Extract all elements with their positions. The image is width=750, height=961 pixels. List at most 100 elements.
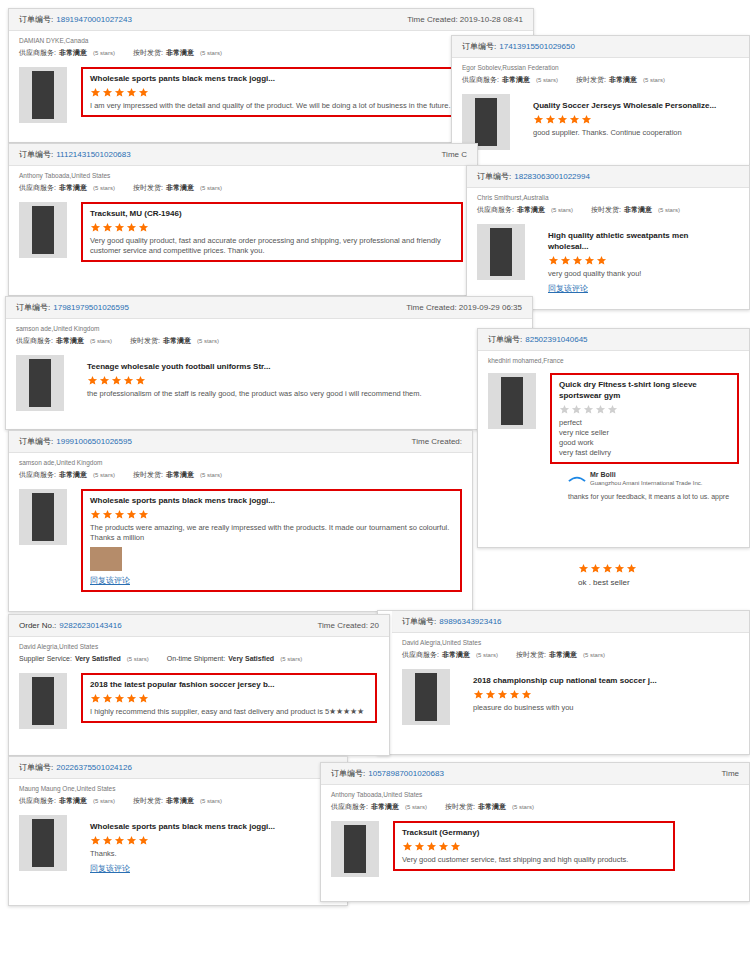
review-content: Tracksuit, MU (CR-1946) Very good quality… [81, 202, 463, 262]
customer-name: samson ade,United Kingdom [19, 458, 462, 467]
order-header: Order No.:92826230143416Time Created: 20 [9, 615, 389, 637]
product-image [488, 373, 536, 429]
star-icon [450, 841, 461, 852]
order-number[interactable]: 19991006501026595 [56, 436, 132, 448]
order-number[interactable]: 11121431501020683 [56, 149, 130, 161]
ratings-row: 供应商服务:非常满意(5 stars)按时发货:非常满意(5 stars) [19, 470, 462, 481]
star-icon [102, 835, 113, 846]
star-icon [99, 375, 110, 386]
rating-item: 按时发货:非常满意(5 stars) [591, 205, 680, 216]
order-label: 订单编号: [331, 768, 365, 780]
product-image [19, 67, 67, 123]
order-label: 订单编号: [477, 171, 511, 183]
review-text: Thanks. [90, 849, 302, 859]
rating-item: 按时发货:非常满意(5 stars) [516, 650, 605, 661]
review-text: pleasure do business with you [473, 703, 730, 713]
order-header: 订单编号:11121431501020683Time C [9, 144, 477, 166]
star-icon [426, 841, 437, 852]
product-title[interactable]: Quality Soccer Jerseys Wholesale Persona… [533, 100, 730, 111]
rating-item: 供应商服务:非常满意(5 stars) [16, 336, 112, 347]
product-row: Tracksuit, MU (CR-1946) Very good quality… [19, 202, 467, 262]
review-content: Tracksuit (Germany) Very good customer se… [393, 821, 675, 871]
product-row: Teenage wholesale youth football uniform… [16, 355, 522, 411]
order-number[interactable]: 17413915501029650 [499, 41, 575, 53]
product-title[interactable]: Tracksuit, MU (CR-1946) [90, 208, 454, 219]
star-icon [578, 563, 589, 574]
product-title[interactable]: Wholesale sports pants black mens track … [90, 495, 453, 506]
review-content: High quality athletic sweatpants men who… [539, 224, 739, 300]
review-card: Order No.:92826230143416Time Created: 20… [8, 614, 390, 756]
product-row: Wholesale sports pants black mens track … [19, 815, 337, 880]
star-icon [126, 835, 137, 846]
review-card: 订单编号:17413915501029650 Egor Sobolev,Russi… [451, 35, 750, 175]
star-icon [138, 835, 149, 846]
star-rating [559, 404, 730, 415]
seller-logo-icon [568, 474, 586, 483]
star-icon [90, 222, 101, 233]
review-snippet: ok . best seller [548, 552, 750, 608]
customer-name: DAMIAN DYKE,Canada [19, 36, 523, 45]
reply-link[interactable]: 回复该评论 [90, 863, 302, 874]
star-icon [414, 841, 425, 852]
product-title[interactable]: Tracksuit (Germany) [402, 827, 666, 838]
product-row: 2018 the latest popular fashion soccer j… [19, 673, 379, 729]
star-icon [102, 87, 113, 98]
product-row: High quality athletic sweatpants men who… [477, 224, 739, 300]
review-card: 订单编号:89896343923416David Alegria,United … [377, 610, 750, 755]
star-icon [572, 255, 583, 266]
order-header: 订单编号:17981979501026595Time Created: 2019… [6, 297, 532, 319]
rating-item: 按时发货:非常满意(5 stars) [133, 48, 222, 59]
order-number[interactable]: 18919470001027243 [56, 14, 132, 26]
order-label: 订单编号: [488, 334, 522, 346]
star-icon [126, 509, 137, 520]
order-number[interactable]: 20226375501024126 [56, 762, 132, 774]
star-rating [402, 841, 666, 852]
star-icon [590, 563, 601, 574]
customer-name: khedhiri mohamed,France [488, 356, 739, 365]
order-number[interactable]: 17981979501026595 [53, 302, 129, 314]
order-header: 订单编号:17413915501029650 [452, 36, 749, 58]
star-icon [135, 375, 146, 386]
review-photo[interactable] [90, 547, 122, 571]
rating-item: On-time Shipment:Very Satisfied(5 stars) [167, 654, 302, 665]
product-title[interactable]: Quick dry Fitness t-shirt long sleeve sp… [559, 379, 730, 401]
review-text: The products were amazing, we are really… [90, 523, 453, 543]
rating-item: 供应商服务:非常满意(5 stars) [19, 183, 115, 194]
review-text: good work [559, 438, 730, 448]
product-title[interactable]: Wholesale sports pants black mens track … [90, 73, 452, 84]
review-text: I am very impressed with the detail and … [90, 101, 452, 111]
product-title[interactable]: 2018 the latest popular fashion soccer j… [90, 679, 368, 690]
order-number[interactable]: 92826230143416 [59, 620, 121, 632]
order-header: 订单编号:82502391040645 [478, 329, 749, 351]
review-text: Very good quality product, fast and accu… [90, 236, 454, 256]
star-icon [533, 114, 544, 125]
product-title[interactable]: Teenage wholesale youth football uniform… [87, 361, 449, 372]
product-title[interactable]: Wholesale sports pants black mens track … [90, 821, 302, 832]
reply-link[interactable]: 回复该评论 [548, 283, 730, 294]
review-text: Very good customer service, fast shippin… [402, 855, 666, 865]
product-title[interactable]: High quality athletic sweatpants men who… [548, 230, 730, 252]
product-image [19, 489, 67, 545]
order-number[interactable]: 82502391040645 [525, 334, 587, 346]
review-card: 订单编号:18283063001022994Chris Smithurst,Au… [466, 165, 750, 310]
customer-name: David Alegria,United States [19, 642, 379, 651]
review-text: very good quality thank you! [548, 269, 730, 279]
star-icon [114, 509, 125, 520]
review-content: 2018 championship cup national team socc… [464, 669, 739, 719]
order-label: 订单编号: [19, 149, 53, 161]
product-row: 2018 championship cup national team socc… [402, 669, 739, 725]
review-content: Wholesale sports pants black mens track … [81, 489, 462, 592]
rating-item: Supplier Service:Very Satisfied(5 stars) [19, 654, 149, 665]
customer-name: Egor Sobolev,Russian Federation [462, 63, 739, 72]
order-number[interactable]: 89896343923416 [439, 616, 501, 628]
order-number[interactable]: 10578987001020683 [368, 768, 444, 780]
order-label: Order No.: [19, 620, 56, 632]
star-icon [583, 404, 594, 415]
star-rating [90, 835, 302, 846]
customer-name: David Alegria,United States [402, 638, 739, 647]
star-icon [126, 87, 137, 98]
order-time: Time Created: 2019-09-29 06:35 [406, 302, 522, 314]
product-title[interactable]: 2018 championship cup national team socc… [473, 675, 730, 686]
reply-link[interactable]: 回复该评论 [90, 575, 453, 586]
order-number[interactable]: 18283063001022994 [514, 171, 590, 183]
